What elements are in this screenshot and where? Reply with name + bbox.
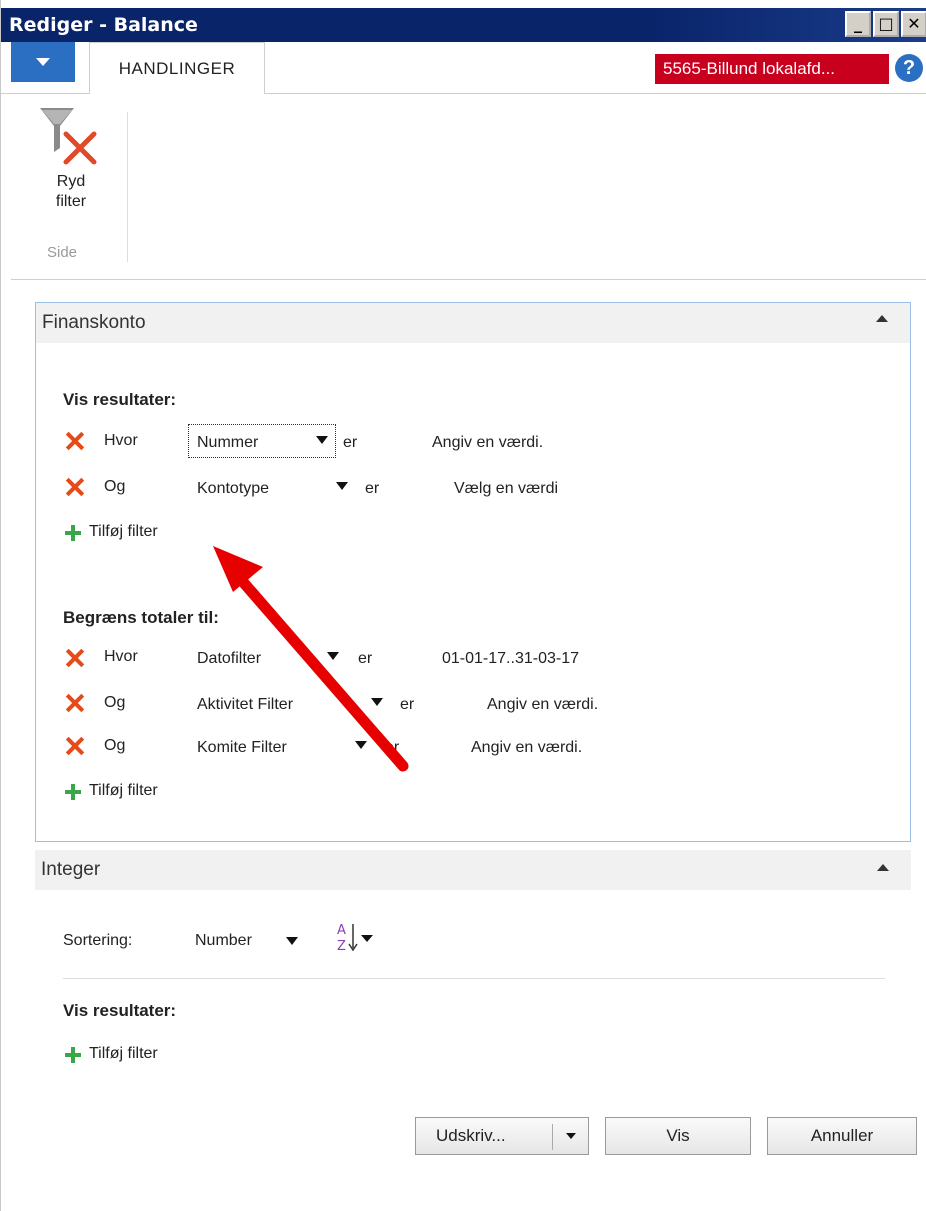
filter-operator: er (385, 739, 400, 756)
vis-resultater-title: Vis resultater: (63, 390, 177, 409)
title-bar: Rediger - Balance _ □ ✕ (1, 8, 926, 42)
filter-value-input[interactable]: Angiv en værdi. (471, 739, 582, 757)
chevron-down-icon[interactable] (286, 937, 298, 945)
ribbon-group-separator (127, 112, 128, 262)
limit-totals-title: Begræns totaler til: (63, 608, 219, 627)
filter-conj: Hvor (104, 648, 138, 665)
cancel-button[interactable]: Annuller (767, 1117, 917, 1155)
chevron-down-icon (36, 58, 50, 66)
chevron-down-icon[interactable] (336, 482, 348, 490)
filter-field-komite[interactable]: Komite Filter (197, 739, 287, 757)
filter-field-label: Nummer (197, 434, 259, 451)
company-badge[interactable]: 5565-Billund lokalafd... (655, 54, 889, 84)
sort-field-select[interactable]: Number (195, 932, 252, 950)
clear-filter-label-line1: Ryd (56, 173, 86, 190)
filter-conj: Hvor (104, 432, 138, 449)
chevron-down-icon[interactable] (371, 698, 383, 706)
tab-handlinger[interactable]: HANDLINGER (89, 42, 265, 95)
split-separator (552, 1124, 553, 1150)
filter-operator: er (400, 696, 415, 713)
filter-conj: Og (104, 694, 126, 711)
finanskonto-panel: Finanskonto (35, 302, 911, 842)
integer-vis-title: Vis resultater: (63, 1001, 177, 1020)
filter-conj: Og (104, 737, 126, 754)
finanskonto-header-label: Finanskonto (42, 312, 146, 333)
clear-filter-button[interactable]: Ryd filter (35, 104, 107, 254)
filter-operator: er (358, 650, 373, 667)
print-button[interactable]: Udskriv... (415, 1117, 589, 1155)
svg-text:A: A (337, 923, 346, 938)
show-button[interactable]: Vis (605, 1117, 751, 1155)
add-icon[interactable] (65, 784, 81, 800)
collapse-icon[interactable] (877, 864, 889, 871)
close-button[interactable]: ✕ (901, 11, 926, 37)
filter-value-input[interactable]: Angiv en værdi. (432, 434, 543, 452)
chevron-down-icon[interactable] (316, 436, 328, 444)
window-controls: _ □ ✕ (845, 11, 926, 37)
print-button-label: Udskriv... (436, 1126, 506, 1145)
minimize-button[interactable]: _ (845, 11, 871, 37)
add-icon[interactable] (65, 1047, 81, 1063)
clear-filter-label-line2: filter (55, 193, 87, 210)
application-menu-button[interactable] (11, 42, 75, 82)
window-title: Rediger - Balance (9, 14, 198, 36)
remove-filter-icon[interactable] (65, 693, 85, 713)
maximize-button[interactable]: □ (873, 11, 899, 37)
sort-order-icon[interactable]: A Z (335, 920, 381, 956)
clear-filter-icon (40, 108, 97, 165)
filter-operator: er (365, 480, 380, 497)
filter-field-aktivitet[interactable]: Aktivitet Filter (197, 696, 293, 714)
filter-conj: Og (104, 478, 126, 495)
chevron-down-icon[interactable] (327, 652, 339, 660)
add-filter-link[interactable]: Tilføj filter (89, 782, 158, 800)
filter-value-input[interactable]: Angiv en værdi. (487, 696, 598, 714)
filter-field-datofilter[interactable]: Datofilter (197, 650, 261, 668)
request-page-window: Rediger - Balance _ □ ✕ HANDLINGER 5565-… (0, 0, 926, 1211)
add-icon[interactable] (65, 525, 81, 541)
integer-header[interactable]: Integer (35, 850, 911, 890)
chevron-down-icon[interactable] (355, 741, 367, 749)
collapse-icon[interactable] (876, 315, 888, 322)
clear-filter-label: Ryd filter (56, 172, 86, 212)
remove-filter-icon[interactable] (65, 648, 85, 668)
sort-label: Sortering: (63, 932, 133, 949)
remove-filter-icon[interactable] (65, 431, 85, 451)
ribbon-group-label: Side (47, 244, 78, 261)
remove-filter-icon[interactable] (65, 736, 85, 756)
divider (63, 978, 885, 979)
svg-text:Z: Z (337, 939, 346, 954)
filter-field-kontotype[interactable]: Kontotype (197, 480, 269, 498)
add-filter-link[interactable]: Tilføj filter (89, 1045, 158, 1063)
help-icon[interactable]: ? (895, 54, 923, 82)
finanskonto-header[interactable]: Finanskonto (36, 303, 910, 343)
integer-header-label: Integer (41, 859, 101, 880)
filter-value-input[interactable]: Vælg en værdi (454, 480, 558, 498)
filter-value-input[interactable]: 01-01-17..31-03-17 (442, 650, 579, 668)
ribbon-body: Ryd filter Side (11, 94, 926, 280)
filter-operator: er (343, 434, 358, 451)
ribbon-tab-bar: HANDLINGER 5565-Billund lokalafd... ? (1, 42, 926, 95)
remove-filter-icon[interactable] (65, 477, 85, 497)
chevron-down-icon[interactable] (566, 1133, 576, 1139)
add-filter-link[interactable]: Tilføj filter (89, 523, 158, 541)
